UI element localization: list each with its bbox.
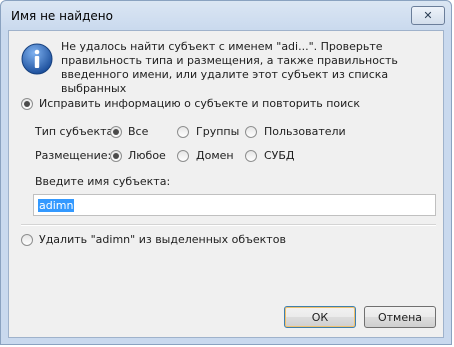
fix-option-radio[interactable] [21, 98, 33, 110]
location-dbms-radio[interactable] [245, 150, 257, 162]
dialog-title: Имя не найдено [11, 9, 113, 23]
type-all-label[interactable]: Все [128, 125, 148, 138]
location-any-label[interactable]: Любое [128, 149, 166, 162]
close-icon: ✕ [423, 9, 433, 22]
dialog-window: Имя не найдено ✕ Не удалось найти субъек… [0, 0, 452, 345]
close-button[interactable]: ✕ [411, 6, 445, 25]
name-value: adimn [38, 199, 75, 212]
info-icon [21, 43, 53, 75]
remove-option-radio[interactable] [21, 234, 33, 246]
location-label: Размещение: [35, 149, 112, 162]
type-all-radio[interactable] [110, 126, 122, 138]
location-domain-label[interactable]: Домен [196, 149, 234, 162]
name-input[interactable]: adimn [33, 194, 436, 216]
name-label: Введите имя субъекта: [35, 175, 171, 188]
title-bar[interactable]: Имя не найдено ✕ [1, 1, 451, 31]
cancel-button[interactable]: Отмена [364, 306, 436, 328]
error-message: Не удалось найти субъект с именем "adi..… [61, 40, 398, 95]
type-groups-label[interactable]: Группы [196, 125, 239, 138]
fix-option-label[interactable]: Исправить информацию о субъекте и повтор… [39, 97, 360, 110]
divider [21, 224, 436, 226]
dialog-body: Не удалось найти субъект с именем "adi..… [8, 30, 444, 338]
location-dbms-label[interactable]: СУБД [264, 149, 295, 162]
location-any-radio[interactable] [110, 150, 122, 162]
type-groups-radio[interactable] [177, 126, 189, 138]
ok-button[interactable]: ОК [284, 306, 356, 328]
remove-option-label[interactable]: Удалить "adimn" из выделенных объектов [39, 233, 286, 246]
type-label: Тип субъекта: [35, 125, 117, 138]
location-domain-radio[interactable] [177, 150, 189, 162]
type-users-radio[interactable] [245, 126, 257, 138]
type-users-label[interactable]: Пользователи [264, 125, 346, 138]
